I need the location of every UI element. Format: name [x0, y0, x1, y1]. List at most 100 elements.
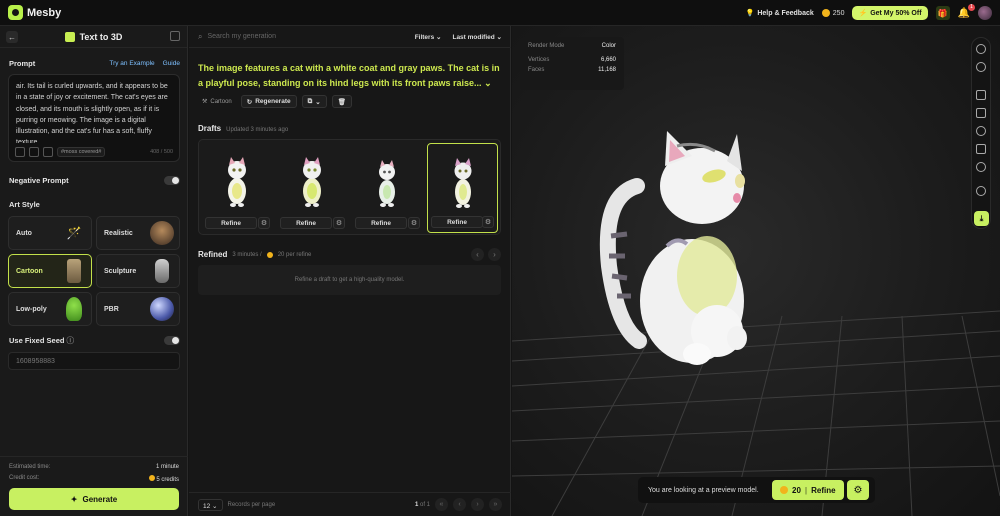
regenerate-button[interactable]: ↻ Regenerate [240, 95, 297, 108]
back-button[interactable]: ← [6, 31, 18, 43]
magic-wand-icon[interactable] [43, 147, 53, 157]
previous-icon[interactable]: ‹ [471, 248, 484, 261]
draft-card[interactable]: Refine ⚙ [352, 143, 423, 233]
download-button[interactable]: ⤓ [974, 211, 989, 226]
negative-prompt-toggle[interactable] [164, 176, 180, 185]
prev-page-icon[interactable]: ‹ [453, 498, 466, 511]
prompt-text[interactable]: air. Its tail is curled upwards, and it … [16, 81, 172, 143]
preview-text: You are looking at a preview model. [648, 486, 759, 494]
refined-empty-state: Refine a draft to get a high-quality mod… [198, 265, 501, 295]
help-feedback-label: Help & Feedback [757, 9, 814, 17]
render-mode-value: Color [601, 43, 616, 49]
negative-prompt-label: Negative Prompt [9, 176, 69, 185]
gear-icon[interactable]: ⚙ [408, 217, 420, 229]
search-input[interactable]: Search my generation [207, 33, 409, 40]
faces-label: Faces [528, 67, 545, 73]
viewport-refine-button[interactable]: 20 | Refine [772, 480, 844, 500]
gear-icon[interactable]: ⚙ [333, 217, 345, 229]
style-pbr[interactable]: PBR [96, 292, 180, 326]
logo[interactable]: Mesby [8, 5, 61, 20]
collapse-panel-icon[interactable] [170, 31, 180, 41]
chevron-down-icon[interactable]: ⌄ [484, 78, 492, 88]
texture-icon[interactable] [976, 144, 986, 154]
gift-icon[interactable]: 🎁 [935, 6, 950, 20]
refine-button[interactable]: Refine [280, 217, 332, 229]
credits-count: 250 [832, 9, 845, 17]
refined-title: Refined [198, 250, 228, 259]
style-realistic[interactable]: Realistic [96, 216, 180, 250]
download-icon: ⤓ [979, 213, 984, 223]
style-thumbnail: 🪄 [66, 226, 82, 240]
animate-icon[interactable] [976, 186, 986, 196]
refine-label: Refine [447, 218, 467, 226]
page-size-select[interactable]: 12 ⌄ [198, 498, 223, 511]
environment-icon[interactable] [976, 44, 986, 54]
style-label: Auto [16, 229, 32, 237]
next-icon[interactable]: › [488, 248, 501, 261]
refine-button[interactable]: Refine [205, 217, 257, 229]
fixed-seed-toggle[interactable] [164, 336, 180, 345]
style-chip: ⚒ Cartoon [198, 96, 236, 107]
style-auto[interactable]: Auto 🪄 [8, 216, 92, 250]
next-page-icon[interactable]: › [471, 498, 484, 511]
refine-button[interactable]: Refine [431, 216, 483, 228]
logo-icon [8, 5, 23, 20]
refine-settings-icon[interactable]: ⚙ [847, 480, 869, 500]
try-example-link[interactable]: Try an Example [109, 60, 154, 67]
draft-card[interactable]: Refine ⚙ [277, 143, 348, 233]
credit-cost-text: 5 credits [156, 477, 179, 483]
cube-icon [64, 31, 75, 42]
cat-model[interactable] [597, 126, 767, 376]
sort-dropdown[interactable]: Last modified ⌄ [452, 33, 502, 41]
guide-link[interactable]: Guide [163, 60, 180, 67]
draft-card[interactable]: Refine ⚙ [202, 143, 273, 233]
prompt-textarea[interactable]: air. Its tail is curled upwards, and it … [8, 74, 180, 162]
gear-icon[interactable]: ⚙ [258, 217, 270, 229]
style-label: Sculpture [104, 267, 137, 275]
light-icon[interactable] [976, 126, 986, 136]
template-icon[interactable] [29, 147, 39, 157]
seed-input[interactable]: 1608958883 [8, 352, 180, 370]
art-style-label: Art Style [9, 200, 40, 209]
material-icon[interactable] [976, 62, 986, 72]
style-label: Low-poly [16, 305, 47, 313]
style-cartoon[interactable]: Cartoon [8, 254, 92, 288]
lightbulb-icon: 💡 [745, 10, 755, 17]
gear-icon[interactable]: ⚙ [482, 216, 494, 228]
display-icon[interactable] [976, 90, 986, 100]
prompt-label: Prompt [9, 59, 36, 68]
first-page-icon[interactable]: « [435, 498, 448, 511]
help-feedback-button[interactable]: 💡 Help & Feedback [745, 9, 814, 18]
pagination: 12 ⌄ Records per page 1 of 1 « ‹ › » [189, 492, 511, 516]
draft-card-selected[interactable]: Refine ⚙ [427, 143, 498, 233]
last-page-icon[interactable]: » [489, 498, 502, 511]
prompt-tag[interactable]: #moss covered# [57, 147, 106, 157]
refine-button[interactable]: Refine [355, 217, 407, 229]
delete-button[interactable]: 🗑 [331, 95, 352, 108]
avatar[interactable] [978, 6, 992, 20]
refine-label: Refine [811, 485, 836, 495]
top-bar: Mesby 💡 Help & Feedback 250 ⚡ Get My 50%… [0, 0, 1000, 26]
copy-button[interactable]: ⧉ ⌄ [301, 95, 327, 108]
model-viewport[interactable]: Render Mode Color Vertices 6,660 Faces 11,1… [512, 26, 1000, 516]
drafts-grid: Refine ⚙ Refine ⚙ Refine ⚙ Refine ⚙ [198, 139, 501, 235]
filters-dropdown[interactable]: Filters ⌄ [415, 33, 442, 41]
description-text: The image features a cat with a white co… [198, 63, 500, 88]
draft-thumbnail [228, 157, 246, 207]
wireframe-icon[interactable] [976, 108, 986, 118]
image-icon[interactable] [15, 147, 25, 157]
fixed-seed-label: Use Fixed Seed ⓘ [9, 335, 74, 346]
remesh-icon[interactable] [976, 162, 986, 172]
page-size-value: 12 [203, 502, 211, 510]
style-sculpture[interactable]: Sculpture [96, 254, 180, 288]
arrow-left-icon: ← [8, 32, 16, 42]
refine-cost: 20 [792, 485, 801, 495]
coin-icon [821, 9, 830, 17]
faces-value: 11,168 [598, 67, 616, 73]
refresh-icon: ↻ [246, 98, 253, 106]
promo-button[interactable]: ⚡ Get My 50% Off [852, 6, 928, 20]
credits-display[interactable]: 250 [821, 9, 845, 17]
notification-button[interactable]: 🔔 1 [958, 3, 975, 19]
style-low-poly[interactable]: Low-poly [8, 292, 92, 326]
generate-button[interactable]: ✦ Generate [9, 488, 179, 510]
